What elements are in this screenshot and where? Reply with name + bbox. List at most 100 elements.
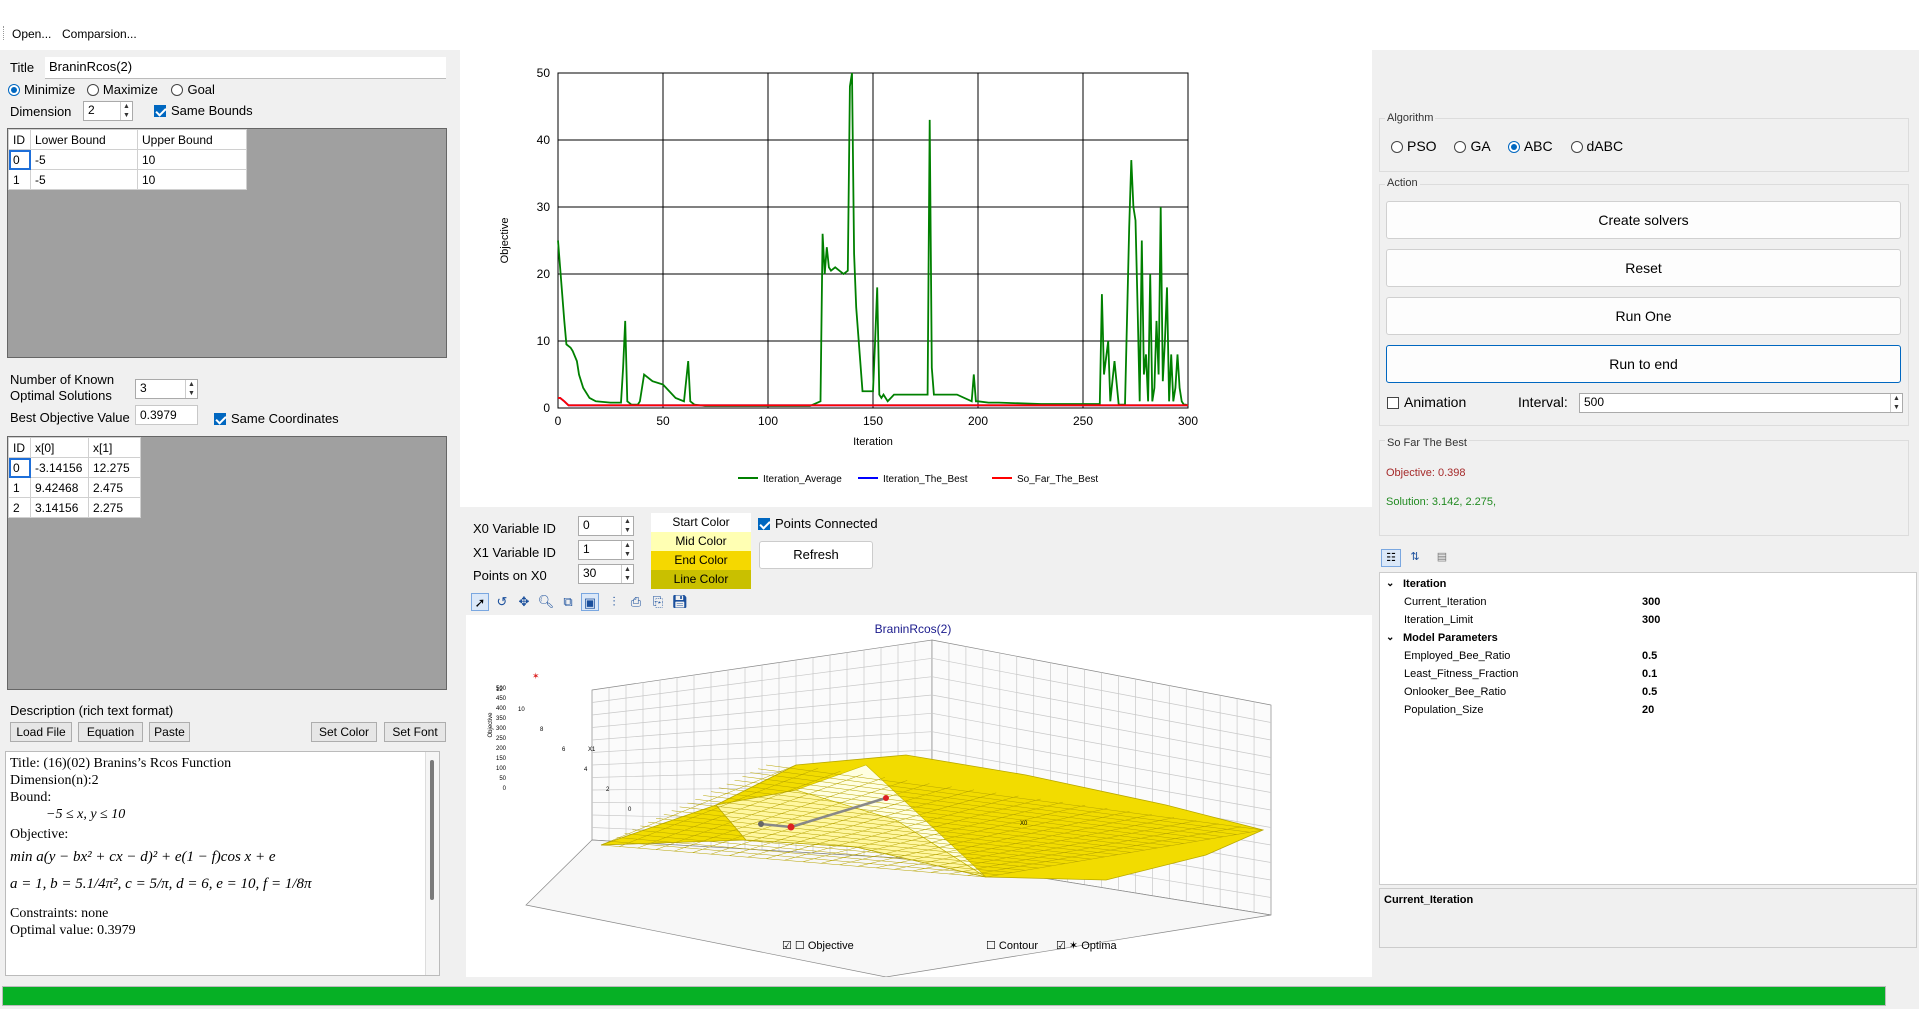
table-row[interactable]: 0 -3.14156 12.275 — [8, 457, 141, 478]
dimension-spinner[interactable]: 2 ▲ ▼ — [83, 101, 133, 121]
radio-ga-dot[interactable] — [1454, 141, 1467, 153]
copy-icon[interactable]: ⎘ — [649, 593, 667, 611]
zoom-icon[interactable]: 🔍︎ — [537, 593, 555, 611]
print-icon[interactable]: ⎙ — [627, 593, 645, 611]
radio-goal[interactable]: Goal — [171, 82, 215, 97]
table-cell[interactable]: 1 — [8, 169, 31, 190]
table-cell[interactable]: 9.42468 — [30, 477, 89, 498]
set-font-button[interactable]: Set Font — [384, 722, 446, 742]
radio-minimize[interactable]: Minimize — [8, 82, 75, 97]
equation-button[interactable]: Equation — [78, 722, 143, 742]
property-row[interactable]: Least_Fitness_Fraction 0.1 — [1380, 665, 1916, 683]
points-on-x0-spinner[interactable]: 30 ▲ ▼ — [578, 564, 634, 584]
property-row[interactable]: Employed_Bee_Ratio 0.5 — [1380, 647, 1916, 665]
property-category-model[interactable]: ⌄ Model Parameters — [1380, 629, 1916, 647]
table-cell[interactable]: -5 — [30, 149, 138, 170]
optima-grid[interactable]: ID x[0] x[1] 0 -3.14156 12.275 1 9.42468… — [7, 436, 447, 690]
surface-plot[interactable]: BraninRcos(2)✶50045040035030025020015010… — [466, 615, 1372, 978]
radio-abc[interactable]: ABC — [1507, 138, 1553, 154]
load-file-button[interactable]: Load File — [10, 722, 72, 742]
animation-checkbox[interactable]: Animation — [1387, 394, 1466, 410]
best-objective-input[interactable]: 0.3979 — [135, 405, 198, 425]
menu-open[interactable]: Open... — [12, 27, 51, 41]
pan-icon[interactable]: ✥ — [515, 593, 533, 611]
run-to-end-button[interactable]: Run to end — [1386, 345, 1901, 383]
set-color-button[interactable]: Set Color — [311, 722, 377, 742]
table-row[interactable]: 2 3.14156 2.275 — [8, 497, 141, 518]
radio-dabc-dot[interactable] — [1570, 141, 1583, 153]
spinner-arrows-icon[interactable]: ▲ ▼ — [1890, 394, 1902, 412]
radio-maximize[interactable]: Maximize — [86, 82, 158, 97]
spinner-arrows-icon[interactable]: ▲ ▼ — [621, 517, 633, 535]
surface-plot-panel[interactable]: BraninRcos(2) ✶ 500 450 400 350 300 250 200 150 10… — [466, 615, 1372, 978]
property-row[interactable]: Onlooker_Bee_Ratio 0.5 — [1380, 683, 1916, 701]
property-grid[interactable]: ⌄ Iteration Current_Iteration 300 Iterat… — [1379, 572, 1917, 885]
table-cell[interactable]: 2.475 — [88, 477, 141, 498]
radio-pso-dot[interactable] — [1391, 141, 1403, 153]
radio-pso[interactable]: PSO — [1391, 138, 1437, 154]
property-row[interactable]: Population_Size 20 — [1380, 701, 1916, 719]
points-connected-check[interactable] — [758, 518, 770, 530]
table-cell[interactable]: -3.14156 — [30, 457, 89, 478]
spinner-arrows-icon[interactable]: ▲ ▼ — [621, 541, 633, 559]
same-bounds-check[interactable] — [154, 105, 166, 117]
table-cell[interactable]: 0 — [8, 149, 31, 170]
refresh-button[interactable]: Refresh — [759, 541, 873, 569]
bounds-grid[interactable]: ID Lower Bound Upper Bound 0 -5 10 1 -5 … — [7, 128, 447, 358]
run-one-button[interactable]: Run One — [1386, 297, 1901, 335]
radio-abc-dot[interactable] — [1507, 141, 1520, 153]
description-richtext[interactable]: Title: (16)(02) Branins’s Rcos Function … — [5, 751, 440, 976]
same-bounds-checkbox[interactable]: Same Bounds — [154, 103, 253, 118]
chevron-down-icon[interactable]: ⌄ — [1386, 575, 1394, 593]
radio-maximize-dot[interactable] — [86, 84, 99, 96]
table-row[interactable]: 1 9.42468 2.475 — [8, 477, 141, 498]
table-cell[interactable]: 1 — [8, 477, 31, 498]
table-cell[interactable]: 2 — [8, 497, 31, 518]
table-cell[interactable]: 2.275 — [88, 497, 141, 518]
categorized-icon[interactable]: ☷ — [1381, 549, 1401, 567]
table-cell[interactable]: 10 — [137, 169, 247, 190]
paste-button[interactable]: Paste — [149, 722, 190, 742]
radio-dabc[interactable]: dABC — [1570, 138, 1623, 154]
radio-goal-dot[interactable] — [171, 84, 184, 96]
axis-icon[interactable]: ⫶ — [605, 593, 623, 611]
line-color-swatch[interactable]: Line Color — [651, 570, 751, 589]
table-cell[interactable]: 10 — [137, 149, 247, 170]
spinner-arrows-icon[interactable]: ▲ ▼ — [185, 380, 197, 398]
x1-variable-spinner[interactable]: 1 ▲ ▼ — [578, 540, 634, 560]
x0-variable-spinner[interactable]: 0 ▲ ▼ — [578, 516, 634, 536]
interval-spinner[interactable]: 500 ▲ ▼ — [1579, 393, 1903, 413]
points-connected-checkbox[interactable]: Points Connected — [758, 516, 878, 531]
mid-color-swatch[interactable]: Mid Color — [651, 532, 751, 551]
property-pages-icon[interactable]: ▤ — [1432, 549, 1452, 567]
same-coordinates-check[interactable] — [214, 413, 226, 425]
table-cell[interactable]: 0 — [8, 457, 31, 478]
num-optimal-spinner[interactable]: 3 ▲ ▼ — [135, 379, 198, 399]
end-color-swatch[interactable]: End Color — [651, 551, 751, 570]
property-category-iteration[interactable]: ⌄ Iteration — [1380, 575, 1916, 593]
alphabetical-icon[interactable]: ⇅ — [1405, 549, 1425, 567]
spinner-arrows-icon[interactable]: ▲ ▼ — [621, 565, 633, 583]
description-scrollbar[interactable] — [425, 752, 439, 975]
property-row[interactable]: Current_Iteration 300 — [1380, 593, 1916, 611]
create-solvers-button[interactable]: Create solvers — [1386, 201, 1901, 239]
reset-button[interactable]: Reset — [1386, 249, 1901, 287]
zoom-box-icon[interactable]: ⧉ — [559, 593, 577, 611]
menu-comparison[interactable]: Comparsion... — [62, 27, 137, 41]
table-cell[interactable]: -5 — [30, 169, 138, 190]
chevron-down-icon[interactable]: ⌄ — [1386, 629, 1394, 647]
animation-check[interactable] — [1387, 397, 1399, 409]
radio-ga[interactable]: GA — [1454, 138, 1490, 154]
table-cell[interactable]: 12.275 — [88, 457, 141, 478]
title-input[interactable]: BraninRcos(2) — [45, 57, 446, 79]
same-coordinates-checkbox[interactable]: Same Coordinates — [214, 411, 339, 426]
start-color-swatch[interactable]: Start Color — [651, 513, 751, 532]
rotate-icon[interactable]: ↺ — [493, 593, 511, 611]
table-row[interactable]: 1 -5 10 — [8, 169, 247, 190]
pointer-icon[interactable]: ➚ — [471, 593, 489, 611]
radio-minimize-dot[interactable] — [8, 84, 20, 96]
spinner-arrows-icon[interactable]: ▲ ▼ — [120, 102, 132, 120]
table-cell[interactable]: 3.14156 — [30, 497, 89, 518]
table-row[interactable]: 0 -5 10 — [8, 149, 247, 170]
fit-icon[interactable]: ▣ — [581, 593, 599, 611]
